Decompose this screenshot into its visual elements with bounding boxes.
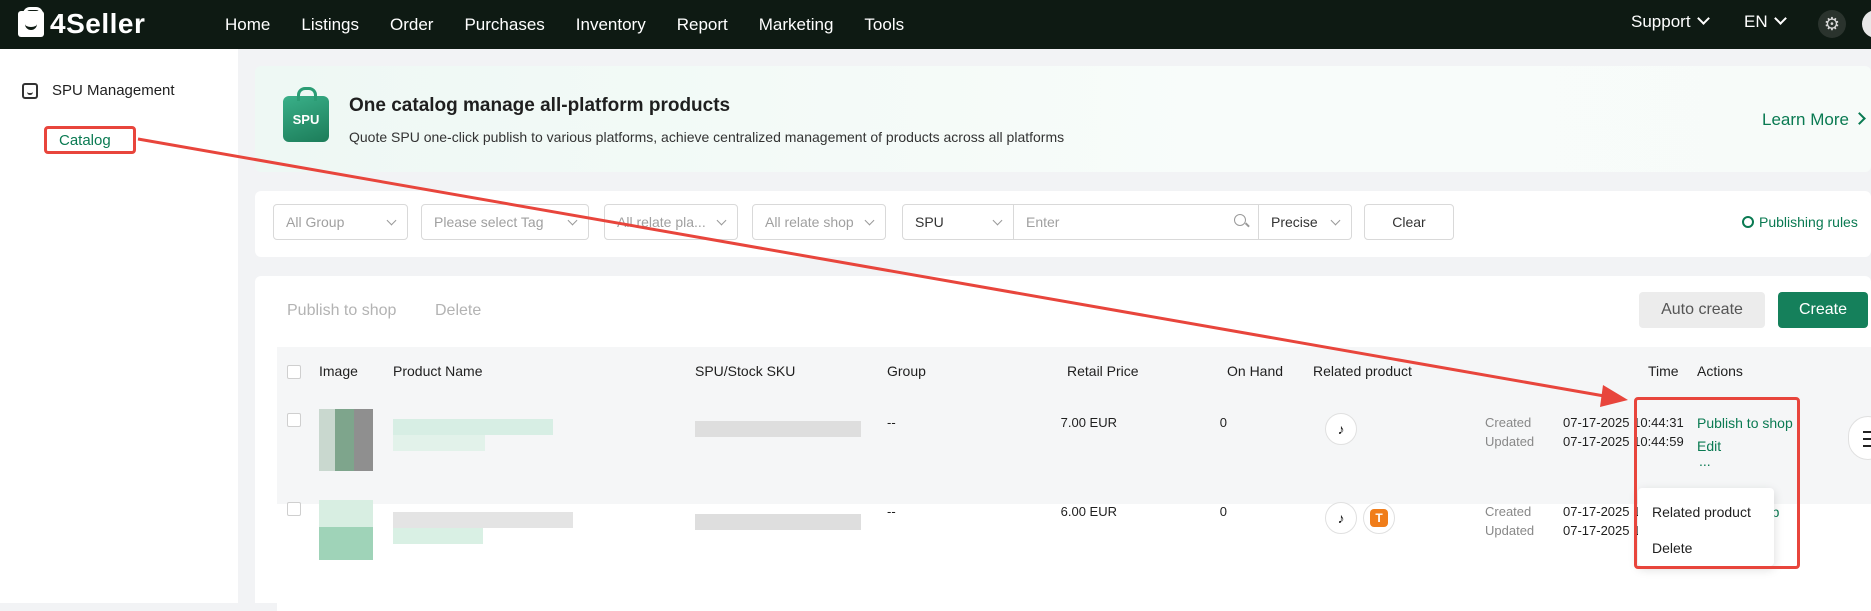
annotation-arrow (137, 137, 1628, 407)
